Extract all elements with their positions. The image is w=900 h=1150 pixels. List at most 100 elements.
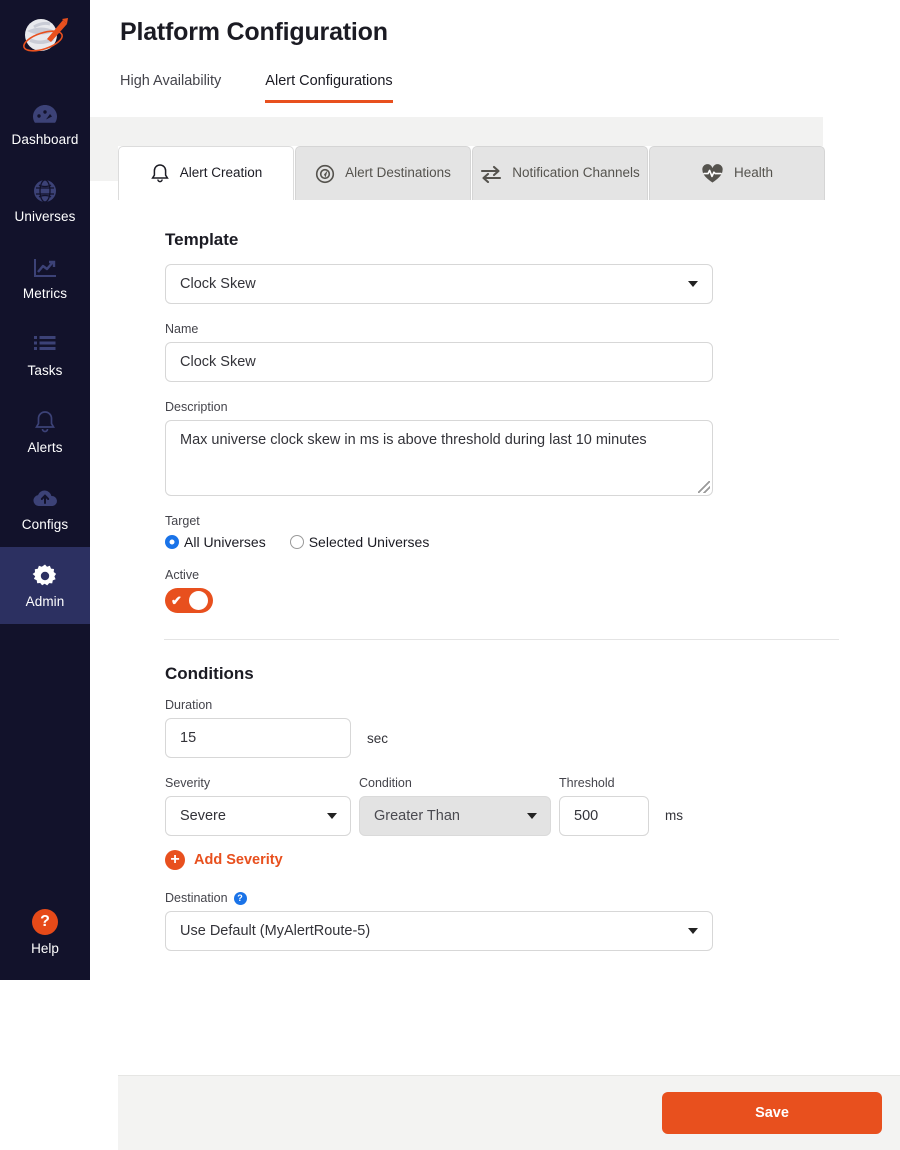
template-select-value: Clock Skew [180,276,256,292]
sidebar-item-dashboard[interactable]: Dashboard [0,85,90,162]
template-select[interactable]: Clock Skew [165,264,713,304]
alert-creation-card: Alert Creation Alert Destinations Notifi… [118,146,900,1150]
sidebar-item-admin[interactable]: Admin [0,547,90,624]
help-icon[interactable]: ? [233,891,247,905]
chevron-down-icon [327,813,337,819]
radio-indicator [289,535,304,549]
sidebar-nav: Dashboard Universes Metrics Tasks Alerts [0,85,90,624]
target-radio-group: All Universes Selected Universes [165,534,900,550]
duration-value: 15 [180,730,197,746]
condition-value: Greater Than [374,808,460,824]
destination-label: Destination [165,891,228,905]
condition-select[interactable]: Greater Than [359,796,551,836]
tab-high-availability[interactable]: High Availability [120,73,221,103]
sidebar-item-label: Alerts [27,439,63,455]
plus-icon: + [165,850,185,870]
save-button[interactable]: Save [662,1092,882,1134]
card-body: Template Clock Skew Name Clock Skew Desc… [118,200,900,951]
sidebar: Dashboard Universes Metrics Tasks Alerts [0,0,90,980]
active-toggle[interactable]: ✔ [165,588,213,613]
chevron-down-icon [688,281,698,287]
subtab-label: Alert Destinations [345,165,451,181]
tab-notification-channels[interactable]: Notification Channels [472,146,648,200]
threshold-label: Threshold [559,776,615,790]
sidebar-item-label: Configs [21,516,69,532]
name-input-value: Clock Skew [180,354,256,370]
help-icon: ? [32,909,58,935]
chevron-down-icon [527,813,537,819]
add-severity-label: Add Severity [194,852,283,868]
check-icon: ✔ [171,593,182,608]
severity-field: Severity Severe [165,776,351,836]
gear-icon [32,563,58,589]
threshold-field: Threshold 500 [559,776,649,836]
list-icon [33,332,57,358]
form-footer: Save [118,1075,900,1150]
tab-alert-creation[interactable]: Alert Creation [118,146,294,200]
sidebar-item-label: Help [31,941,59,956]
yugabyte-rocket-logo [23,18,68,52]
bell-icon [34,409,56,435]
duration-label: Duration [165,698,213,712]
section-divider [164,639,839,640]
sidebar-item-universes[interactable]: Universes [0,162,90,239]
duration-input[interactable]: 15 [165,718,351,758]
radio-selected-universes[interactable]: Selected Universes [289,534,429,550]
name-label: Name [165,322,199,336]
tab-health[interactable]: Health [649,146,825,200]
severity-label: Severity [165,776,211,790]
radio-all-universes[interactable]: All Universes [165,534,266,550]
active-label: Active [165,568,200,582]
bell-icon [150,163,170,184]
threshold-unit: ms [665,808,683,823]
dashboard-icon [32,101,58,127]
threshold-value: 500 [574,808,599,824]
radio-label: All Universes [184,534,266,550]
subtab-label: Health [733,165,774,181]
cloud-upload-icon [32,486,58,512]
subtab-label: Alert Creation [179,165,263,181]
condition-row: Severity Severe Condition Greater Than T… [165,776,900,836]
condition-label: Condition [359,776,412,790]
sidebar-item-configs[interactable]: Configs [0,470,90,547]
condition-field: Condition Greater Than [359,776,551,836]
card-left-margin [90,181,118,1075]
sidebar-item-help[interactable]: ? Help [0,909,90,956]
sidebar-item-label: Dashboard [11,131,79,147]
target-label: Target [165,514,200,528]
severity-select[interactable]: Severe [165,796,351,836]
exchange-arrows-icon [480,165,502,183]
duration-unit: sec [367,730,389,746]
primary-tabs: High Availability Alert Configurations [90,73,900,103]
conditions-section-title: Conditions [165,664,254,683]
sidebar-item-metrics[interactable]: Metrics [0,239,90,316]
chevron-down-icon [688,928,698,934]
destination-value: Use Default (MyAlertRoute-5) [180,923,371,939]
tab-alert-configurations[interactable]: Alert Configurations [265,73,393,103]
destination-select[interactable]: Use Default (MyAlertRoute-5) [165,911,713,951]
globe-icon [33,178,57,204]
threshold-input[interactable]: 500 [559,796,649,836]
chart-line-icon [32,255,58,281]
add-severity-button[interactable]: + Add Severity [165,850,900,870]
sidebar-item-label: Tasks [27,362,63,378]
resize-handle-icon[interactable] [698,481,710,493]
sidebar-item-tasks[interactable]: Tasks [0,316,90,393]
description-value: Max universe clock skew in ms is above t… [180,432,647,448]
destination-label-row: Destination ? [165,891,900,905]
app-logo[interactable] [0,0,90,72]
sidebar-item-alerts[interactable]: Alerts [0,393,90,470]
subtab-label: Notification Channels [512,165,640,181]
secondary-tabs: Alert Creation Alert Destinations Notifi… [118,146,900,200]
compass-icon [315,164,335,184]
page-title: Platform Configuration [120,18,388,46]
toggle-knob [189,591,208,610]
sidebar-item-label: Admin [25,593,65,609]
radio-indicator [165,535,179,549]
tab-alert-destinations[interactable]: Alert Destinations [295,146,471,200]
description-textarea[interactable]: Max universe clock skew in ms is above t… [165,420,713,496]
severity-value: Severe [180,808,226,824]
description-label: Description [165,400,228,414]
sidebar-item-label: Metrics [22,285,68,301]
name-input[interactable]: Clock Skew [165,342,713,382]
